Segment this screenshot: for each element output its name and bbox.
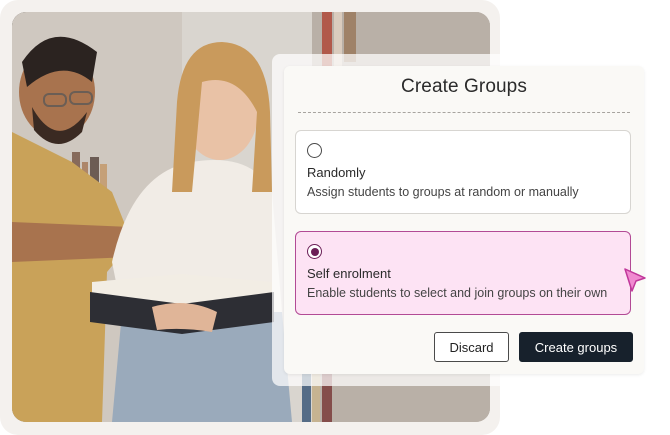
discard-button[interactable]: Discard xyxy=(434,332,509,362)
option-randomly-label: Randomly xyxy=(307,165,366,180)
pointer-arrow-icon xyxy=(622,266,648,299)
create-groups-dialog: Create Groups Randomly Assign students t… xyxy=(284,66,644,374)
option-self-enrolment-label: Self enrolment xyxy=(307,266,391,281)
dialog-divider xyxy=(298,112,630,113)
radio-self-enrolment[interactable] xyxy=(307,244,322,259)
option-randomly-description: Assign students to groups at random or m… xyxy=(307,185,579,199)
option-self-enrolment-description: Enable students to select and join group… xyxy=(307,286,608,300)
option-randomly[interactable]: Randomly Assign students to groups at ra… xyxy=(295,130,631,214)
radio-randomly[interactable] xyxy=(307,143,322,158)
dialog-title: Create Groups xyxy=(401,76,527,97)
create-groups-button[interactable]: Create groups xyxy=(519,332,633,362)
option-self-enrolment[interactable]: Self enrolment Enable students to select… xyxy=(295,231,631,315)
